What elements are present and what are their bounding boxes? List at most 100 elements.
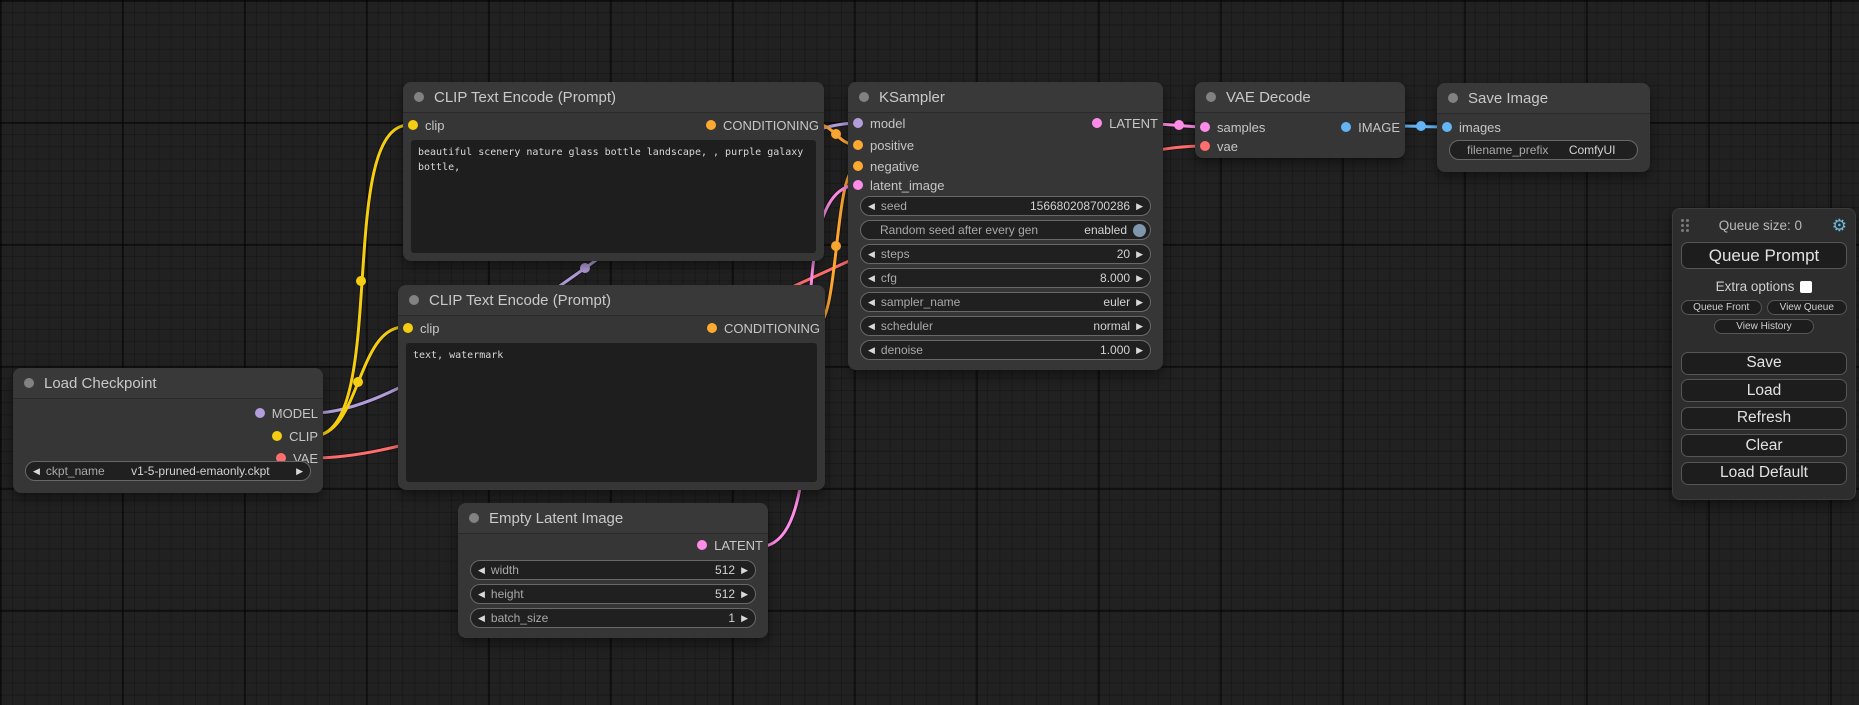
node-header[interactable]: KSampler: [848, 82, 1163, 113]
scheduler-widget[interactable]: ◀ scheduler normal ▶: [860, 316, 1151, 336]
collapse-dot-icon[interactable]: [24, 378, 34, 388]
negative-input-dot[interactable]: [853, 161, 863, 171]
input-slot-clip[interactable]: clip: [408, 117, 445, 133]
input-slot-latent-image[interactable]: latent_image: [853, 177, 944, 193]
input-slot-samples[interactable]: samples: [1200, 119, 1265, 135]
output-slot-conditioning[interactable]: CONDITIONING: [706, 117, 819, 133]
batch-size-widget[interactable]: ◀ batch_size 1 ▶: [470, 608, 756, 628]
load-default-button[interactable]: Load Default: [1681, 462, 1847, 485]
graph-canvas[interactable]: Load Checkpoint MODEL CLIP VAE ◀ ckpt_na…: [0, 0, 1859, 705]
clip-output-dot[interactable]: [272, 431, 282, 441]
node-save-image[interactable]: Save Image images filename_prefix ComfyU…: [1437, 83, 1650, 172]
increment-arrow-icon[interactable]: ▶: [741, 566, 748, 575]
node-vae-decode[interactable]: VAE Decode samples vae IMAGE: [1195, 82, 1405, 158]
collapse-dot-icon[interactable]: [409, 295, 419, 305]
node-header[interactable]: Save Image: [1437, 83, 1650, 114]
sampler-name-widget[interactable]: ◀ sampler_name euler ▶: [860, 292, 1151, 312]
increment-arrow-icon[interactable]: ▶: [1136, 202, 1143, 211]
input-slot-model[interactable]: model: [853, 115, 905, 131]
clip-input-dot[interactable]: [408, 120, 418, 130]
decrement-arrow-icon[interactable]: ◀: [868, 274, 875, 283]
increment-arrow-icon[interactable]: ▶: [741, 614, 748, 623]
node-header[interactable]: Load Checkpoint: [13, 368, 323, 399]
load-button[interactable]: Load: [1681, 379, 1847, 402]
vae-input-dot[interactable]: [1200, 141, 1210, 151]
input-slot-negative[interactable]: negative: [853, 158, 919, 174]
decrement-arrow-icon[interactable]: ◀: [478, 614, 485, 623]
node-header[interactable]: CLIP Text Encode (Prompt): [403, 82, 824, 113]
increment-arrow-icon[interactable]: ▶: [1136, 346, 1143, 355]
conditioning-output-dot[interactable]: [707, 323, 717, 333]
images-input-dot[interactable]: [1442, 122, 1452, 132]
conditioning-output-dot[interactable]: [706, 120, 716, 130]
node-clip-text-encode-negative[interactable]: CLIP Text Encode (Prompt) clip CONDITION…: [398, 285, 825, 490]
view-history-button[interactable]: View History: [1714, 319, 1814, 334]
cfg-widget[interactable]: ◀ cfg 8.000 ▶: [860, 268, 1151, 288]
output-slot-image[interactable]: IMAGE: [1341, 119, 1400, 135]
positive-prompt-textarea[interactable]: beautiful scenery nature glass bottle la…: [411, 140, 816, 253]
increment-arrow-icon[interactable]: ▶: [1136, 250, 1143, 259]
ckpt-name-widget[interactable]: ◀ ckpt_name v1-5-pruned-emaonly.ckpt ▶: [25, 461, 311, 481]
node-ksampler[interactable]: KSampler model positive negative latent_…: [848, 82, 1163, 370]
extra-options-checkbox[interactable]: [1800, 281, 1812, 293]
latent-output-dot[interactable]: [697, 540, 707, 550]
queue-front-button[interactable]: Queue Front: [1681, 300, 1762, 315]
decrement-arrow-icon[interactable]: ◀: [868, 346, 875, 355]
drag-handle-icon[interactable]: [1681, 219, 1689, 232]
queue-prompt-button[interactable]: Queue Prompt: [1681, 242, 1847, 269]
decrement-arrow-icon[interactable]: ◀: [868, 250, 875, 259]
refresh-button[interactable]: Refresh: [1681, 407, 1847, 430]
increment-arrow-icon[interactable]: ▶: [741, 590, 748, 599]
collapse-dot-icon[interactable]: [859, 92, 869, 102]
output-slot-conditioning[interactable]: CONDITIONING: [707, 320, 820, 336]
decrement-arrow-icon[interactable]: ◀: [478, 590, 485, 599]
input-slot-images[interactable]: images: [1442, 119, 1501, 135]
random-seed-toggle-widget[interactable]: Random seed after every gen enabled: [860, 220, 1151, 240]
toggle-knob-icon[interactable]: [1133, 224, 1146, 237]
latent-output-dot[interactable]: [1092, 118, 1102, 128]
increment-arrow-icon[interactable]: ▶: [296, 467, 303, 476]
decrement-arrow-icon[interactable]: ◀: [868, 322, 875, 331]
node-header[interactable]: VAE Decode: [1195, 82, 1405, 113]
decrement-arrow-icon[interactable]: ◀: [33, 467, 40, 476]
output-slot-model[interactable]: MODEL: [255, 405, 318, 421]
positive-input-dot[interactable]: [853, 140, 863, 150]
collapse-dot-icon[interactable]: [469, 513, 479, 523]
latent-input-dot[interactable]: [853, 180, 863, 190]
input-slot-clip[interactable]: clip: [403, 320, 440, 336]
node-header[interactable]: Empty Latent Image: [458, 503, 768, 534]
node-clip-text-encode-positive[interactable]: CLIP Text Encode (Prompt) clip CONDITION…: [403, 82, 824, 261]
increment-arrow-icon[interactable]: ▶: [1136, 298, 1143, 307]
output-slot-latent[interactable]: LATENT: [1092, 115, 1158, 131]
filename-prefix-widget[interactable]: filename_prefix ComfyUI: [1449, 140, 1638, 160]
clip-input-dot[interactable]: [403, 323, 413, 333]
input-slot-positive[interactable]: positive: [853, 137, 914, 153]
output-slot-clip[interactable]: CLIP: [272, 428, 318, 444]
collapse-dot-icon[interactable]: [1206, 92, 1216, 102]
negative-prompt-textarea[interactable]: text, watermark: [406, 343, 817, 482]
decrement-arrow-icon[interactable]: ◀: [868, 202, 875, 211]
width-widget[interactable]: ◀ width 512 ▶: [470, 560, 756, 580]
save-button[interactable]: Save: [1681, 352, 1847, 375]
samples-input-dot[interactable]: [1200, 122, 1210, 132]
steps-widget[interactable]: ◀ steps 20 ▶: [860, 244, 1151, 264]
node-header[interactable]: CLIP Text Encode (Prompt): [398, 285, 825, 316]
increment-arrow-icon[interactable]: ▶: [1136, 322, 1143, 331]
decrement-arrow-icon[interactable]: ◀: [478, 566, 485, 575]
denoise-widget[interactable]: ◀ denoise 1.000 ▶: [860, 340, 1151, 360]
model-output-dot[interactable]: [255, 408, 265, 418]
collapse-dot-icon[interactable]: [414, 92, 424, 102]
height-widget[interactable]: ◀ height 512 ▶: [470, 584, 756, 604]
decrement-arrow-icon[interactable]: ◀: [868, 298, 875, 307]
input-slot-vae[interactable]: vae: [1200, 138, 1238, 154]
clear-button[interactable]: Clear: [1681, 434, 1847, 457]
image-output-dot[interactable]: [1341, 122, 1351, 132]
increment-arrow-icon[interactable]: ▶: [1136, 274, 1143, 283]
node-empty-latent-image[interactable]: Empty Latent Image LATENT ◀ width 512 ▶ …: [458, 503, 768, 638]
output-slot-latent[interactable]: LATENT: [697, 537, 763, 553]
gear-icon[interactable]: ⚙: [1832, 217, 1847, 234]
seed-widget[interactable]: ◀ seed 156680208700286 ▶: [860, 196, 1151, 216]
view-queue-button[interactable]: View Queue: [1767, 300, 1848, 315]
model-input-dot[interactable]: [853, 118, 863, 128]
node-load-checkpoint[interactable]: Load Checkpoint MODEL CLIP VAE ◀ ckpt_na…: [13, 368, 323, 493]
